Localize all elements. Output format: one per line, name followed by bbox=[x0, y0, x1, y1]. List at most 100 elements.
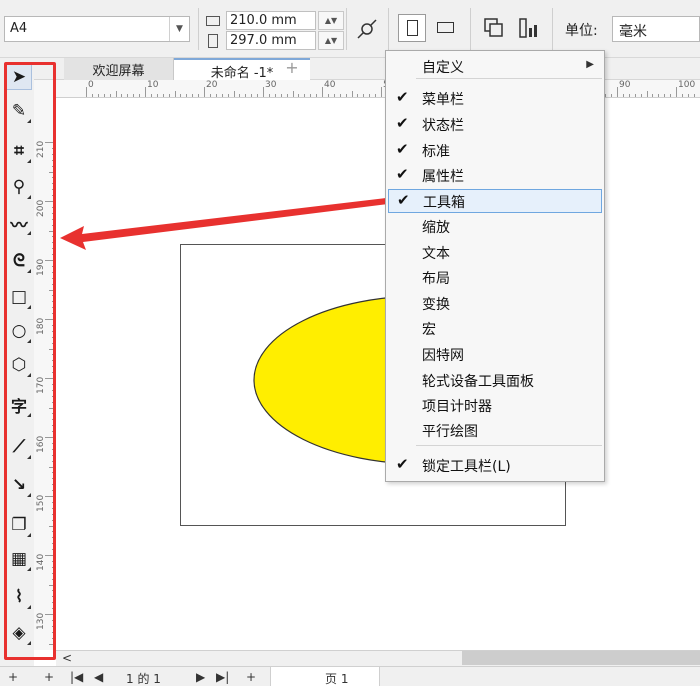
height-value: 297.0 mm bbox=[230, 33, 297, 48]
shape-tool[interactable]: ✎ bbox=[6, 98, 32, 124]
ruler-tick bbox=[52, 206, 55, 208]
prev-page-icon[interactable]: ◀ bbox=[94, 670, 103, 684]
crop-icon: ⌗ bbox=[14, 141, 24, 161]
menu-item-5[interactable]: ✔ 工具箱 bbox=[388, 189, 602, 213]
menu-item-label: 菜单栏 bbox=[422, 92, 464, 108]
ruler-label: 170 bbox=[36, 376, 46, 394]
ruler-tick bbox=[52, 159, 55, 161]
ruler-tick bbox=[221, 94, 223, 97]
landscape-button[interactable] bbox=[432, 14, 460, 42]
text-icon: 字 bbox=[10, 397, 27, 416]
width-field[interactable]: 210.0 mm bbox=[226, 11, 316, 30]
zoom-tool[interactable]: ⚲ bbox=[6, 174, 32, 200]
eyedropper-tool[interactable]: ⌇ bbox=[6, 584, 32, 610]
ruler-tick bbox=[52, 383, 55, 385]
ruler-tick bbox=[52, 513, 55, 515]
add-page-before-button[interactable]: + bbox=[44, 670, 54, 684]
ruler-tick bbox=[316, 94, 318, 97]
menu-item-label: 文本 bbox=[422, 246, 450, 262]
page-indicator: 1 的 1 bbox=[126, 672, 161, 686]
vertical-ruler[interactable]: 210 200 190 180 170 160 150 140 130 bbox=[34, 80, 56, 650]
current-page-icon[interactable] bbox=[516, 16, 540, 40]
ruler-tick bbox=[52, 147, 55, 149]
polygon-tool[interactable]: ⬡ bbox=[6, 352, 32, 378]
ruler-label: 200 bbox=[36, 199, 46, 217]
add-page-button[interactable]: + bbox=[8, 670, 18, 684]
ruler-tick bbox=[52, 590, 55, 592]
ruler-label: 130 bbox=[36, 612, 46, 630]
ruler-label: 160 bbox=[36, 435, 46, 453]
shadow-tool[interactable]: ❐ bbox=[6, 512, 32, 538]
fill-tool[interactable]: ◈ bbox=[6, 620, 32, 646]
ruler-tick bbox=[52, 271, 55, 273]
add-tab-button[interactable]: + bbox=[282, 59, 302, 77]
transparency-tool[interactable]: ▦ bbox=[6, 546, 32, 572]
ruler-tick bbox=[49, 289, 55, 291]
menu-item-8[interactable]: 布局 bbox=[388, 266, 602, 290]
ruler-tick bbox=[345, 94, 347, 97]
next-page-icon[interactable]: ▶ bbox=[196, 670, 205, 684]
dimension-tool[interactable]: ⟋ bbox=[6, 434, 32, 460]
separator bbox=[470, 8, 471, 50]
height-stepper[interactable]: ▲▼ bbox=[318, 31, 344, 50]
ruler-tick bbox=[52, 195, 55, 197]
page-navigator: + + |◀ ◀ 1 的 1 ▶ ▶| + 页 1 bbox=[0, 666, 700, 686]
menu-item-4[interactable]: ✔ 属性栏 bbox=[388, 164, 602, 188]
crop-tool[interactable]: ⌗ bbox=[6, 138, 32, 164]
pick-tool[interactable]: ➤ bbox=[6, 64, 32, 90]
freehand-tool[interactable]: 〰 bbox=[6, 210, 32, 236]
ruler-tick bbox=[227, 94, 229, 97]
menu-item-13[interactable]: 项目计时器 bbox=[388, 394, 602, 418]
menu-item-14[interactable]: 平行绘图 bbox=[388, 419, 602, 443]
ruler-tick bbox=[52, 354, 55, 356]
menu-item-label: 工具箱 bbox=[423, 195, 465, 211]
width-stepper[interactable]: ▲▼ bbox=[318, 11, 344, 30]
connector-tool[interactable]: ↘ bbox=[6, 472, 32, 498]
chevron-down-icon[interactable]: ▼ bbox=[169, 17, 189, 41]
ruler-tick bbox=[233, 91, 235, 97]
ruler-tick bbox=[86, 87, 87, 97]
units-select[interactable]: 毫米 bbox=[612, 16, 700, 42]
rectangle-tool[interactable]: □ bbox=[6, 284, 32, 310]
all-pages-icon[interactable] bbox=[482, 16, 506, 40]
menu-item-15[interactable]: ✔ 锁定工具栏(L) bbox=[388, 454, 602, 478]
menu-item-1[interactable]: ✔ 菜单栏 bbox=[388, 87, 602, 111]
portrait-button[interactable] bbox=[398, 14, 426, 42]
menu-item-9[interactable]: 变换 bbox=[388, 292, 602, 316]
connector-icon: ↘ bbox=[11, 475, 27, 495]
text-tool[interactable]: 字 bbox=[6, 392, 32, 418]
flyout-corner-icon bbox=[27, 339, 31, 343]
ruler-tick bbox=[52, 395, 55, 397]
paper-options-icon[interactable] bbox=[356, 18, 378, 40]
paper-size-select[interactable]: A4 ▼ bbox=[4, 16, 190, 42]
ellipse-tool[interactable]: ○ bbox=[6, 318, 32, 344]
menu-item-3[interactable]: ✔ 标准 bbox=[388, 139, 602, 163]
ruler-tick bbox=[52, 330, 55, 332]
ruler-tick bbox=[91, 94, 93, 97]
page-tab[interactable]: 页 1 bbox=[270, 667, 380, 686]
menu-item-0[interactable]: 自定义 ▶ bbox=[388, 55, 602, 79]
ruler-tick bbox=[670, 94, 672, 97]
menu-item-10[interactable]: 宏 bbox=[388, 317, 602, 341]
horizontal-scrollbar[interactable]: < bbox=[56, 650, 700, 666]
menu-item-2[interactable]: ✔ 状态栏 bbox=[388, 113, 602, 137]
ruler-tick bbox=[52, 519, 55, 521]
artistic-media-tool[interactable]: ᘓ bbox=[6, 248, 32, 274]
height-field[interactable]: 297.0 mm bbox=[226, 31, 316, 50]
tab-welcome-screen[interactable]: 欢迎屏幕 bbox=[64, 58, 174, 80]
ruler-tick bbox=[52, 189, 55, 191]
menu-item-7[interactable]: 文本 bbox=[388, 241, 602, 265]
add-page-after-button[interactable]: + bbox=[246, 670, 256, 684]
flyout-corner-icon bbox=[27, 269, 31, 273]
menu-item-11[interactable]: 因特网 bbox=[388, 343, 602, 367]
last-page-icon[interactable]: ▶| bbox=[216, 670, 229, 684]
scrollbar-thumb[interactable] bbox=[462, 651, 700, 665]
first-page-icon[interactable]: |◀ bbox=[70, 670, 83, 684]
ruler-tick bbox=[351, 91, 353, 97]
scroll-left-icon[interactable]: < bbox=[62, 651, 72, 665]
ruler-tick bbox=[375, 94, 377, 97]
ruler-tick bbox=[687, 94, 689, 97]
menu-item-12[interactable]: 轮式设备工具面板 bbox=[388, 369, 602, 393]
ruler-tick bbox=[357, 94, 359, 97]
menu-item-6[interactable]: 缩放 bbox=[388, 215, 602, 239]
